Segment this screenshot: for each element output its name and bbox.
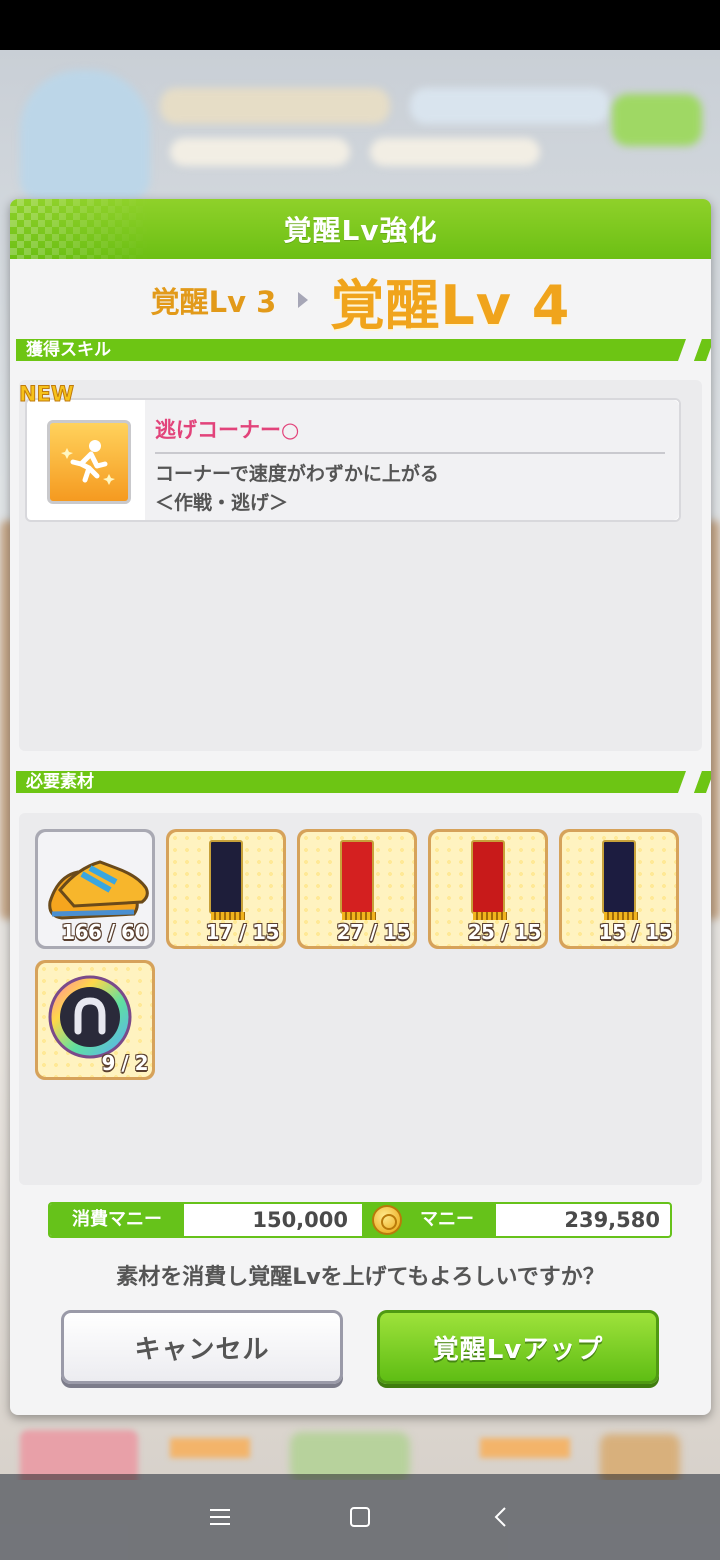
level-change: 覚醒Lv 3 覚醒Lv 4: [10, 269, 711, 337]
material-race-banner[interactable]: 15 / 15: [559, 829, 679, 949]
background-bottom-menu: [0, 1420, 720, 1480]
materials-section-header: 必要素材: [16, 771, 711, 793]
materials-panel: 166 / 60 17 / 15 27 / 15 25 / 15 15 / 15…: [19, 813, 702, 1185]
current-level: 覚醒Lv 3: [150, 285, 277, 319]
dialog-title: 覚醒Lv強化: [283, 214, 438, 247]
banner-icon: [602, 840, 638, 920]
material-race-banner[interactable]: 25 / 15: [428, 829, 548, 949]
skill-section-label: 獲得スキル: [26, 340, 111, 360]
material-horseshoe[interactable]: 9 / 2: [35, 960, 155, 1080]
menu-icon[interactable]: [190, 1487, 250, 1547]
new-badge: NEW: [18, 382, 75, 407]
header-pattern: [10, 199, 150, 259]
skill-description-line: コーナーで速度がわずかに上がる: [155, 463, 439, 485]
cost-label: 消費マニー: [50, 1204, 184, 1236]
skill-section-header: 獲得スキル: [16, 339, 711, 361]
arrow-right-icon: [298, 292, 309, 308]
balance-value: 239,580: [564, 1208, 660, 1232]
status-bar: [0, 0, 720, 50]
material-count: 17 / 15: [205, 920, 280, 944]
skill-card[interactable]: 逃げコーナー○ コーナーで速度がわずかに上がる ＜作戦・逃げ＞: [25, 398, 681, 522]
running-skill-icon: [47, 420, 131, 504]
skill-panel: 逃げコーナー○ コーナーで速度がわずかに上がる ＜作戦・逃げ＞ NEW: [18, 380, 702, 751]
awakening-dialog: 覚醒Lv強化 覚醒Lv 3 覚醒Lv 4 獲得スキル 逃げコーナー○ コーナーで…: [10, 199, 711, 1415]
material-count: 166 / 60: [61, 920, 148, 944]
material-race-banner[interactable]: 27 / 15: [297, 829, 417, 949]
money-summary: 消費マニー 150,000 マニー 239,580: [48, 1202, 672, 1238]
home-icon[interactable]: [330, 1487, 390, 1547]
dialog-header: 覚醒Lv強化: [10, 199, 711, 259]
system-navigation-bar: [0, 1474, 720, 1560]
awaken-level-up-button[interactable]: 覚醒Lvアップ: [377, 1310, 659, 1384]
material-race-banner[interactable]: 17 / 15: [166, 829, 286, 949]
cost-value: 150,000: [252, 1208, 348, 1232]
material-count: 9 / 2: [101, 1051, 148, 1075]
material-shoes[interactable]: 166 / 60: [35, 829, 155, 949]
skill-strategy-line: ＜作戦・逃げ＞: [155, 492, 289, 514]
skill-description: コーナーで速度がわずかに上がる ＜作戦・逃げ＞: [155, 460, 439, 518]
banner-icon: [340, 840, 376, 920]
skill-divider: [155, 452, 665, 454]
material-count: 27 / 15: [336, 920, 411, 944]
cancel-button[interactable]: キャンセル: [61, 1310, 343, 1384]
skill-name: 逃げコーナー○: [155, 418, 300, 442]
banner-icon: [471, 840, 507, 920]
material-count: 15 / 15: [598, 920, 673, 944]
back-icon[interactable]: [470, 1487, 530, 1547]
next-level: 覚醒Lv 4: [330, 273, 571, 337]
materials-section-label: 必要素材: [26, 772, 94, 792]
confirm-question: 素材を消費し覚醒Lvを上げてもよろしいですか？: [116, 1265, 605, 1290]
banner-icon: [209, 840, 245, 920]
material-count: 25 / 15: [467, 920, 542, 944]
money-coin-icon: [372, 1205, 402, 1235]
